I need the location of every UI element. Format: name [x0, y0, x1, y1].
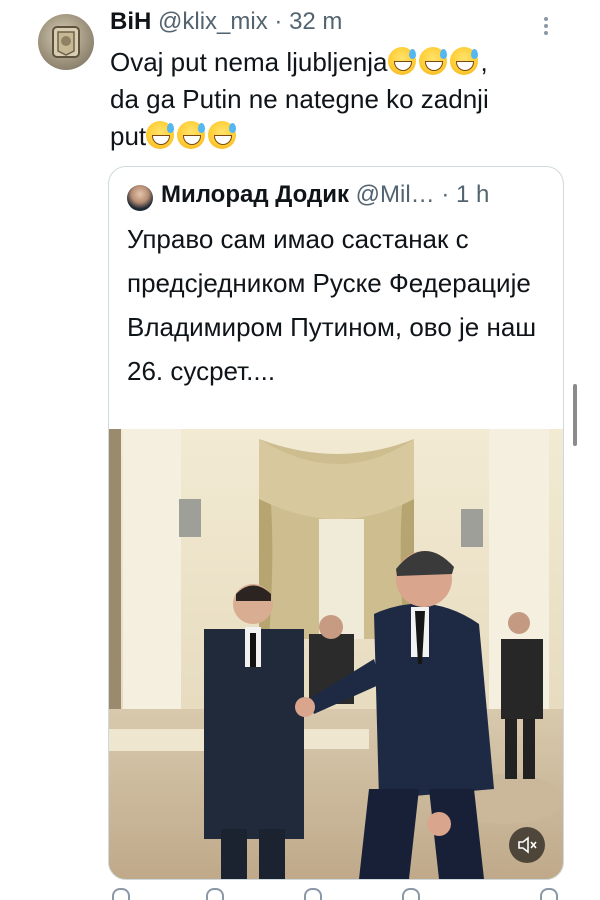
speaker-mute-icon[interactable] [509, 827, 545, 863]
timestamp[interactable]: 32 m [289, 8, 342, 35]
tweet[interactable]: BiH @klix_mix · 32 m Ovaj put nema ljubl… [0, 0, 600, 900]
quoted-handle[interactable]: @Mil… [356, 181, 435, 208]
separator-dot: · [274, 8, 283, 35]
quoted-header: Милорад Додик @Mil… · 1 h [161, 181, 489, 209]
video-frame [109, 429, 563, 879]
display-name[interactable]: BiH [110, 8, 151, 35]
tweet-actions [108, 886, 568, 900]
sweat-smile-emoji [387, 47, 416, 75]
user-handle[interactable]: @klix_mix [158, 8, 268, 35]
sweat-smile-emoji [449, 47, 478, 75]
reply-icon[interactable] [112, 888, 130, 900]
quoted-display-name[interactable]: Милорад Додик [161, 181, 349, 208]
heart-icon[interactable] [304, 888, 322, 900]
sweat-smile-emoji [146, 121, 175, 149]
user-avatar[interactable] [38, 14, 94, 70]
retweet-icon[interactable] [206, 888, 224, 900]
tweet-text-line3: put [110, 118, 560, 155]
quoted-timestamp[interactable]: 1 h [456, 181, 489, 208]
tweet-text-line1: Ovaj put nema ljubljenja, [110, 47, 488, 77]
more-vertical-icon[interactable] [544, 14, 548, 38]
video-player[interactable] [109, 429, 563, 879]
sweat-smile-emoji [177, 121, 206, 149]
sweat-smile-emoji [418, 47, 447, 75]
share-icon[interactable] [540, 888, 558, 900]
quoted-avatar[interactable] [127, 185, 153, 211]
quoted-text: Управо сам имао састанак с предсједником… [127, 224, 537, 386]
sweat-smile-emoji [208, 121, 237, 149]
scrollbar[interactable] [573, 384, 577, 446]
quoted-tweet[interactable]: Милорад Додик @Mil… · 1 h Управо сам има… [108, 166, 564, 880]
quoted-separator: · [441, 181, 450, 208]
tweet-text: Ovaj put nema ljubljenja, da ga Putin ne… [110, 44, 560, 155]
tweet-text-line2: da ga Putin ne nategne ko zadnji [110, 84, 489, 114]
tweet-header: BiH @klix_mix · 32 m [110, 8, 342, 36]
views-icon[interactable] [402, 888, 420, 900]
